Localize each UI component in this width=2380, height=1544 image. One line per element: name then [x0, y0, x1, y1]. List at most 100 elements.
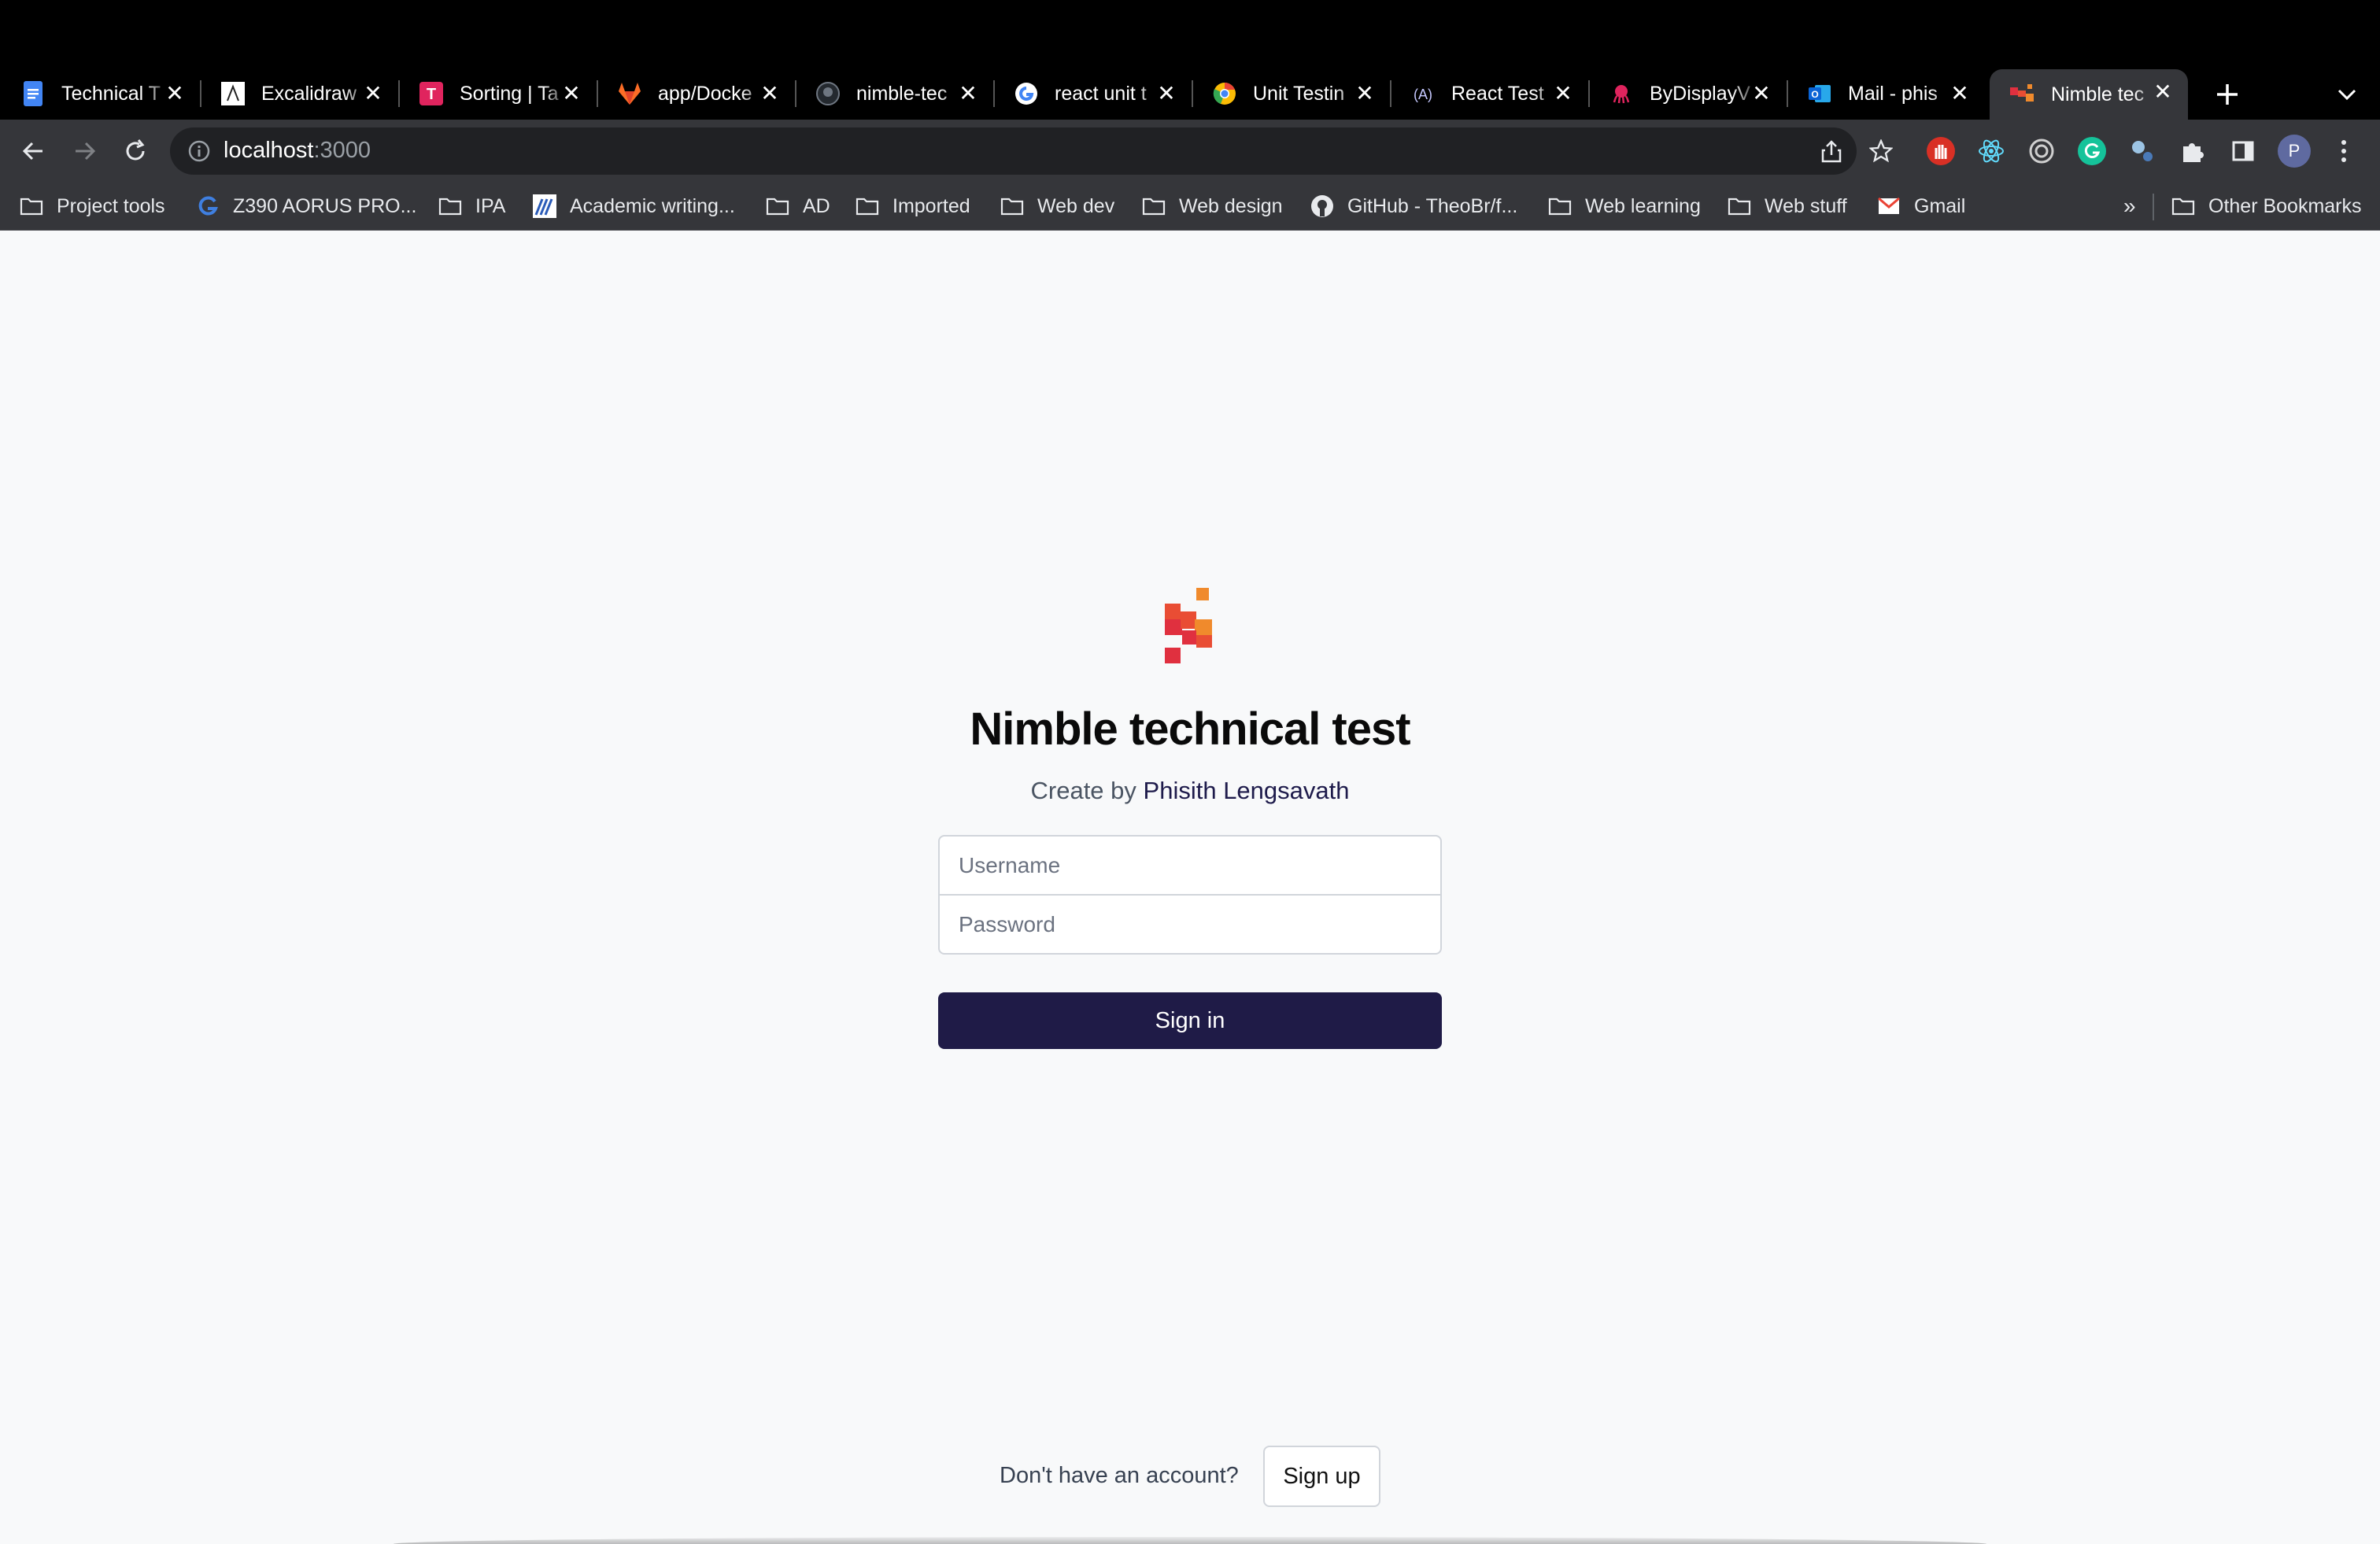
close-icon[interactable]: ✕: [162, 80, 187, 105]
grammarly-icon[interactable]: [2078, 137, 2106, 165]
bookmark-web-stuff[interactable]: Web stuff: [1727, 189, 1847, 223]
page-subtitle: Create by Phisith Lengsavath: [0, 777, 2380, 805]
close-icon[interactable]: ✕: [1749, 80, 1774, 105]
bookmarks-overflow-button[interactable]: »: [2123, 189, 2136, 223]
window-titlebar: [0, 0, 2380, 69]
tab-title: Unit Testin: [1253, 82, 1345, 105]
tab-mail[interactable]: O Mail - phis ✕: [1787, 71, 1985, 116]
tab-bydisplayvalue[interactable]: ByDisplayV ✕: [1588, 71, 1788, 116]
arrow-right-icon: [76, 142, 96, 161]
close-icon[interactable]: ✕: [955, 80, 981, 105]
bookmark-imported[interactable]: Imported: [855, 189, 970, 223]
close-icon[interactable]: ✕: [1947, 80, 1972, 105]
tab-nimble-active[interactable]: Nimble tec ✕: [1990, 69, 2188, 120]
bookmarks-bar: Project tools Z390 AORUS PRO... IPA Acad…: [0, 183, 2380, 231]
close-icon[interactable]: ✕: [1550, 80, 1576, 105]
close-icon[interactable]: ✕: [559, 80, 584, 105]
tab-strip: Technical T ✕ Excalidraw ✕ T Sorting | T…: [0, 69, 2380, 120]
folder-icon: [1727, 194, 1752, 218]
signup-row: Don't have an account? Sign up: [0, 1446, 2380, 1507]
tab-unit-testing[interactable]: Unit Testin ✕: [1192, 71, 1391, 116]
tab-google-search[interactable]: react unit t ✕: [993, 71, 1193, 116]
bookmark-divider: [2153, 194, 2154, 220]
star-icon[interactable]: [1868, 139, 1894, 164]
login-form: [938, 835, 1442, 955]
tab-title: Technical T: [61, 82, 161, 105]
tab-title: app/Docke: [658, 82, 752, 105]
folder-icon: [1547, 194, 1572, 218]
bookmark-gmail[interactable]: Gmail: [1876, 189, 1965, 223]
bookmark-web-design[interactable]: Web design: [1141, 189, 1283, 223]
bookmark-web-learning[interactable]: Web learning: [1547, 189, 1701, 223]
tab-github[interactable]: nimble-tec ✕: [795, 71, 995, 116]
tab-excalidraw[interactable]: Excalidraw ✕: [200, 71, 400, 116]
side-panel-icon[interactable]: [2229, 137, 2257, 165]
close-icon[interactable]: ✕: [2150, 79, 2175, 104]
github-icon: [1310, 194, 1335, 218]
back-button[interactable]: [13, 131, 54, 172]
reload-button[interactable]: [115, 131, 156, 172]
github-icon: [815, 81, 841, 106]
arrow-left-icon: [22, 142, 42, 161]
new-tab-button[interactable]: [2208, 76, 2246, 113]
bookmark-z390[interactable]: Z390 AORUS PRO...: [195, 189, 416, 223]
folder-icon: [1000, 194, 1025, 218]
close-icon[interactable]: ✕: [1352, 80, 1377, 105]
tab-gitlab[interactable]: app/Docke ✕: [597, 71, 796, 116]
gmail-icon: [1876, 194, 1901, 218]
reload-icon: [126, 139, 145, 161]
svg-text:(A): (A): [1414, 87, 1432, 102]
kebab-menu-icon[interactable]: [2330, 137, 2358, 165]
sign-up-button[interactable]: Sign up: [1263, 1446, 1380, 1507]
bookmark-project-tools[interactable]: Project tools: [19, 189, 165, 223]
target-extension-icon[interactable]: [2027, 137, 2056, 165]
folder-icon: [2171, 194, 2196, 218]
sign-in-button[interactable]: Sign in: [938, 992, 1442, 1049]
svg-text:O: O: [1811, 89, 1818, 100]
puzzle-icon[interactable]: [2179, 137, 2207, 165]
react-devtools-icon[interactable]: [1977, 137, 2005, 165]
tab-search-button[interactable]: [2330, 77, 2364, 112]
folder-icon: [1141, 194, 1166, 218]
block-extension-icon[interactable]: [1927, 137, 1955, 165]
avatar[interactable]: P: [2278, 135, 2311, 168]
tab-sorting[interactable]: T Sorting | Ta ✕: [398, 71, 598, 116]
close-icon[interactable]: ✕: [360, 80, 386, 105]
tab-title: Mail - phis: [1848, 82, 1938, 105]
password-input[interactable]: [938, 894, 1442, 955]
folder-icon: [438, 194, 463, 218]
info-icon[interactable]: [187, 139, 211, 163]
google-docs-icon: [20, 81, 46, 106]
chrome-icon: [1212, 81, 1237, 106]
gigabyte-icon: [195, 194, 220, 218]
tab-title: React Test: [1451, 82, 1544, 105]
browser-toolbar: localhost:3000 P: [0, 120, 2380, 183]
color-picker-icon[interactable]: [2128, 137, 2156, 165]
username-input[interactable]: [938, 835, 1442, 896]
outlook-icon: O: [1807, 81, 1832, 106]
address-bar[interactable]: localhost:3000: [170, 127, 1893, 175]
folder-icon: [19, 194, 44, 218]
devtools-edge: [394, 1537, 1986, 1544]
no-account-text: Don't have an account?: [1000, 1463, 1239, 1488]
bookmark-web-dev[interactable]: Web dev: [1000, 189, 1114, 223]
bookmark-other-bookmarks[interactable]: Other Bookmarks: [2171, 189, 2362, 223]
close-icon[interactable]: ✕: [1154, 80, 1179, 105]
share-icon[interactable]: [1819, 139, 1844, 164]
bookmark-ad[interactable]: AD: [765, 189, 830, 223]
nimble-logo: [1165, 588, 1212, 663]
subtitle-prefix: Create by: [1030, 777, 1136, 804]
bookmark-ipa[interactable]: IPA: [438, 189, 505, 223]
google-icon: [1014, 81, 1039, 106]
close-icon[interactable]: ✕: [757, 80, 782, 105]
tab-technical[interactable]: Technical T ✕: [0, 71, 201, 116]
bookmark-github-theobr[interactable]: GitHub - TheoBr/f...: [1310, 189, 1517, 223]
forward-button[interactable]: [65, 131, 105, 172]
bookmark-academic-writing[interactable]: Academic writing...: [532, 189, 735, 223]
tab-title: react unit t: [1055, 82, 1147, 105]
excalidraw-icon: [220, 81, 246, 106]
gitlab-icon: [617, 81, 642, 106]
folder-icon: [765, 194, 790, 218]
react-testing-icon: (A): [1410, 81, 1436, 106]
tab-react-test[interactable]: (A) React Test ✕: [1390, 71, 1590, 116]
